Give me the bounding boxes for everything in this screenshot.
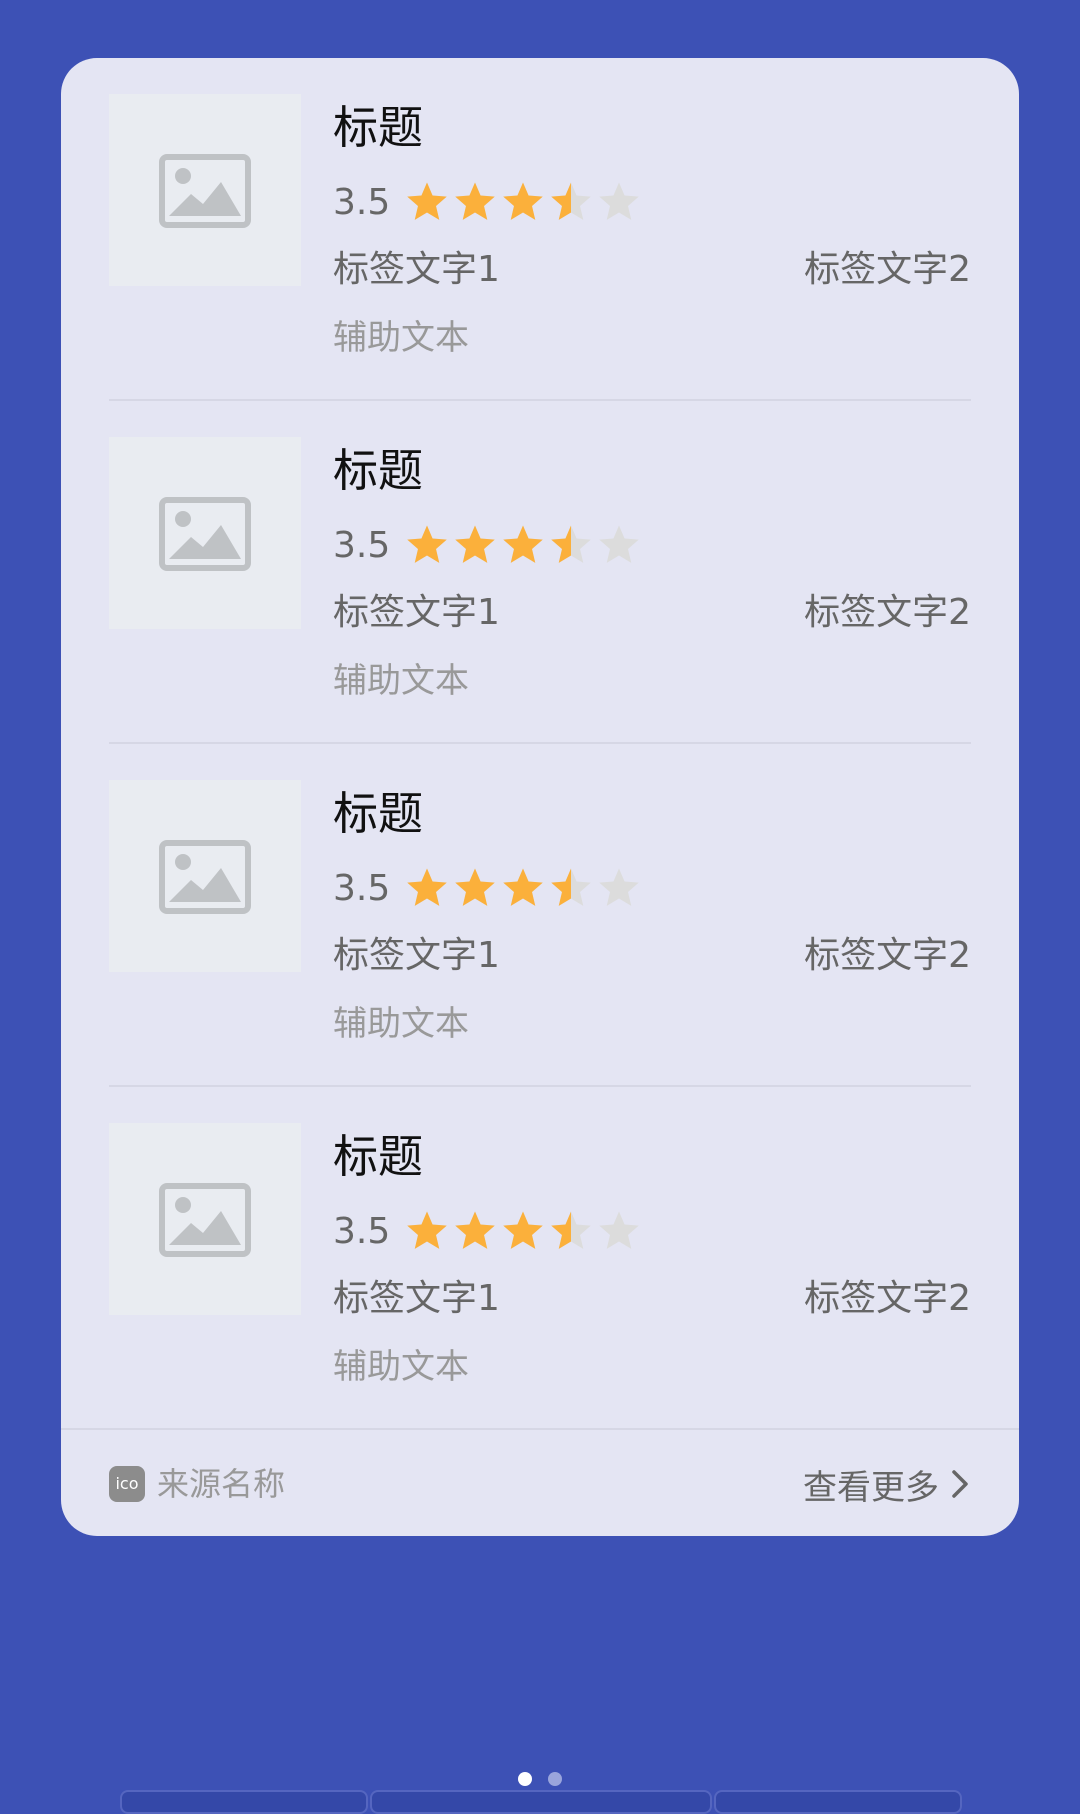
- star-half-icon: [551, 182, 592, 220]
- rating-row: 3.5: [333, 172, 644, 232]
- list-item[interactable]: 标题 3.5 标签文字1 标签文字2 辅助文本: [109, 744, 971, 1087]
- star-empty-icon: [599, 525, 640, 563]
- star-rating: [404, 1208, 644, 1254]
- star-filled-icon: [455, 182, 496, 220]
- star-filled-icon: [407, 1211, 448, 1249]
- tag-label-1: 标签文字1: [333, 249, 500, 290]
- star-empty-icon: [599, 182, 640, 220]
- tag-label-1: 标签文字1: [333, 1278, 500, 1319]
- rating-value: 3.5: [333, 524, 391, 566]
- star-half-icon: [551, 868, 592, 906]
- image-placeholder-icon: [159, 840, 251, 914]
- view-more-label: 查看更多: [803, 1467, 939, 1508]
- list-item[interactable]: 标题 3.5 标签文字1 标签文字2 辅助文本: [109, 1087, 971, 1430]
- bottom-tab[interactable]: [120, 1790, 368, 1814]
- star-filled-icon: [407, 182, 448, 220]
- tag-label-1: 标签文字1: [333, 935, 500, 976]
- star-rating: [404, 179, 644, 225]
- star-empty-icon: [599, 1211, 640, 1249]
- tag-label-2: 标签文字2: [804, 935, 971, 976]
- bottom-tab[interactable]: [370, 1790, 712, 1814]
- tag-label-2: 标签文字2: [804, 249, 971, 290]
- image-placeholder-icon: [159, 497, 251, 571]
- list-card: 标题 3.5 标签文字1 标签文字2 辅助文本 标题 3.5 标签文字1 标签文…: [61, 58, 1019, 1536]
- item-thumbnail: [109, 780, 301, 972]
- image-placeholder-icon: [159, 154, 251, 228]
- star-filled-icon: [455, 868, 496, 906]
- rating-row: 3.5: [333, 515, 644, 575]
- rating-value: 3.5: [333, 1210, 391, 1252]
- star-filled-icon: [407, 868, 448, 906]
- star-filled-icon: [407, 525, 448, 563]
- item-thumbnail: [109, 437, 301, 629]
- chevron-right-icon: [952, 1470, 968, 1498]
- page-dot-active[interactable]: [518, 1772, 532, 1786]
- star-empty-icon: [599, 868, 640, 906]
- rating-row: 3.5: [333, 858, 644, 918]
- rating-value: 3.5: [333, 181, 391, 223]
- view-more-link[interactable]: 查看更多: [803, 1454, 971, 1514]
- list-item[interactable]: 标题 3.5 标签文字1 标签文字2 辅助文本: [109, 401, 971, 744]
- auxiliary-text: 辅助文本: [333, 1004, 469, 1044]
- bottom-tab[interactable]: [714, 1790, 962, 1814]
- auxiliary-text: 辅助文本: [333, 1347, 469, 1387]
- auxiliary-text: 辅助文本: [333, 661, 469, 701]
- rating-value: 3.5: [333, 867, 391, 909]
- star-rating: [404, 865, 644, 911]
- rating-row: 3.5: [333, 1201, 644, 1261]
- star-filled-icon: [503, 1211, 544, 1249]
- star-half-icon: [551, 1211, 592, 1249]
- auxiliary-text: 辅助文本: [333, 318, 469, 358]
- star-filled-icon: [455, 525, 496, 563]
- list-item[interactable]: 标题 3.5 标签文字1 标签文字2 辅助文本: [109, 58, 971, 401]
- page-indicator: [0, 1772, 1080, 1786]
- source-name: 来源名称: [157, 1465, 286, 1503]
- star-filled-icon: [503, 182, 544, 220]
- item-thumbnail: [109, 94, 301, 286]
- page-dot[interactable]: [548, 1772, 562, 1786]
- item-title: 标题: [333, 787, 424, 840]
- star-filled-icon: [455, 1211, 496, 1249]
- item-title: 标题: [333, 444, 424, 497]
- tag-label-2: 标签文字2: [804, 1278, 971, 1319]
- source-icon: ico: [109, 1466, 145, 1502]
- star-half-icon: [551, 525, 592, 563]
- item-title: 标题: [333, 1130, 424, 1183]
- star-rating: [404, 522, 644, 568]
- tag-label-2: 标签文字2: [804, 592, 971, 633]
- card-footer: ico 来源名称 查看更多: [61, 1428, 1019, 1536]
- item-title: 标题: [333, 101, 424, 154]
- image-placeholder-icon: [159, 1183, 251, 1257]
- item-thumbnail: [109, 1123, 301, 1315]
- star-filled-icon: [503, 868, 544, 906]
- star-filled-icon: [503, 525, 544, 563]
- tag-label-1: 标签文字1: [333, 592, 500, 633]
